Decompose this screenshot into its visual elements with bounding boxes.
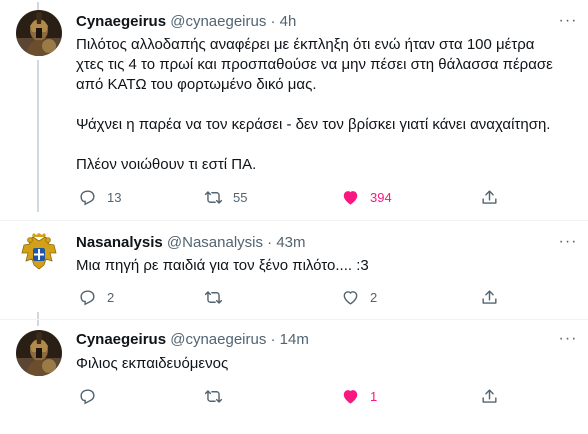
tweet-header: Cynaegeirus @cynaegeirus · 4h	[76, 12, 296, 32]
like-heart-filled-icon	[343, 389, 358, 404]
spartan-warrior-avatar-icon	[16, 330, 62, 376]
timestamp[interactable]: 43m	[276, 234, 305, 251]
share-button[interactable]	[480, 386, 499, 406]
author-handle[interactable]: @Nasanalysis	[167, 234, 263, 251]
avatar[interactable]	[16, 330, 62, 376]
author-handle[interactable]: @cynaegeirus	[170, 331, 266, 348]
like-heart-filled-icon	[343, 190, 358, 205]
separator-dot: ·	[270, 13, 276, 30]
tweet-header: Nasanalysis @Nasanalysis · 43m	[76, 233, 306, 253]
tweet-actions: 1	[66, 386, 566, 406]
share-icon	[482, 189, 497, 204]
timestamp[interactable]: 4h	[280, 13, 297, 30]
retweet-icon	[204, 290, 223, 304]
reply-button[interactable]	[78, 386, 107, 406]
author-handle[interactable]: @cynaegeirus	[170, 13, 266, 30]
reply-button[interactable]: 2	[78, 287, 114, 307]
more-options-icon[interactable]: ···	[558, 13, 578, 34]
retweet-count: 55	[233, 189, 248, 205]
tweet-text: Πιλότος αλλοδαπής αναφέρει με έκπληξη ότ…	[76, 36, 553, 173]
retweet-button[interactable]: 55	[204, 187, 247, 207]
reply-button[interactable]: 13	[78, 187, 121, 207]
separator-dot: ·	[267, 234, 273, 251]
spartan-warrior-avatar-icon	[16, 10, 62, 56]
like-button[interactable]: 1	[341, 386, 377, 406]
reply-icon	[80, 189, 95, 205]
reply-icon	[80, 289, 95, 305]
like-button[interactable]: 2	[341, 287, 377, 307]
reply-icon	[80, 388, 95, 404]
retweet-button[interactable]	[204, 287, 233, 307]
like-count: 1	[370, 388, 378, 404]
share-button[interactable]	[480, 287, 499, 307]
tweet-text: Φιλιος εκπαιδευόμενος	[76, 355, 229, 372]
like-count: 2	[370, 289, 378, 305]
author-name[interactable]: Nasanalysis	[76, 234, 163, 251]
like-heart-outline-icon	[343, 290, 358, 305]
more-options-icon[interactable]: ···	[558, 234, 578, 255]
avatar[interactable]	[16, 10, 62, 56]
double-headed-eagle-avatar-icon	[16, 231, 62, 277]
share-icon	[482, 388, 497, 403]
author-name[interactable]: Cynaegeirus	[76, 331, 166, 348]
more-options-icon[interactable]: ···	[558, 331, 578, 352]
retweet-icon	[204, 190, 223, 204]
retweet-button[interactable]	[204, 386, 233, 406]
share-icon	[482, 289, 497, 304]
avatar[interactable]	[16, 231, 62, 277]
tweet[interactable]: Nasanalysis @Nasanalysis · 43m ··· Μια π…	[0, 221, 588, 319]
tweet-header: Cynaegeirus @cynaegeirus · 14m	[76, 330, 309, 350]
separator-dot: ·	[270, 331, 276, 348]
tweet-actions: 13 55 394	[66, 187, 566, 207]
share-button[interactable]	[480, 187, 499, 207]
author-name[interactable]: Cynaegeirus	[76, 13, 166, 30]
tweet-text: Μια πηγή ρε παιδιά για τον ξένο πιλότο..…	[76, 257, 369, 274]
tweet-actions: 2 2	[66, 287, 566, 307]
retweet-icon	[204, 389, 223, 403]
tweet[interactable]: Cynaegeirus @cynaegeirus · 4h ··· Πιλότο…	[0, 0, 588, 220]
reply-count: 2	[107, 289, 115, 305]
tweet[interactable]: Cynaegeirus @cynaegeirus · 14m ··· Φιλιο…	[0, 320, 588, 434]
like-button[interactable]: 394	[341, 187, 392, 207]
timestamp[interactable]: 14m	[280, 331, 309, 348]
reply-count: 13	[107, 189, 122, 205]
like-count: 394	[370, 189, 392, 205]
